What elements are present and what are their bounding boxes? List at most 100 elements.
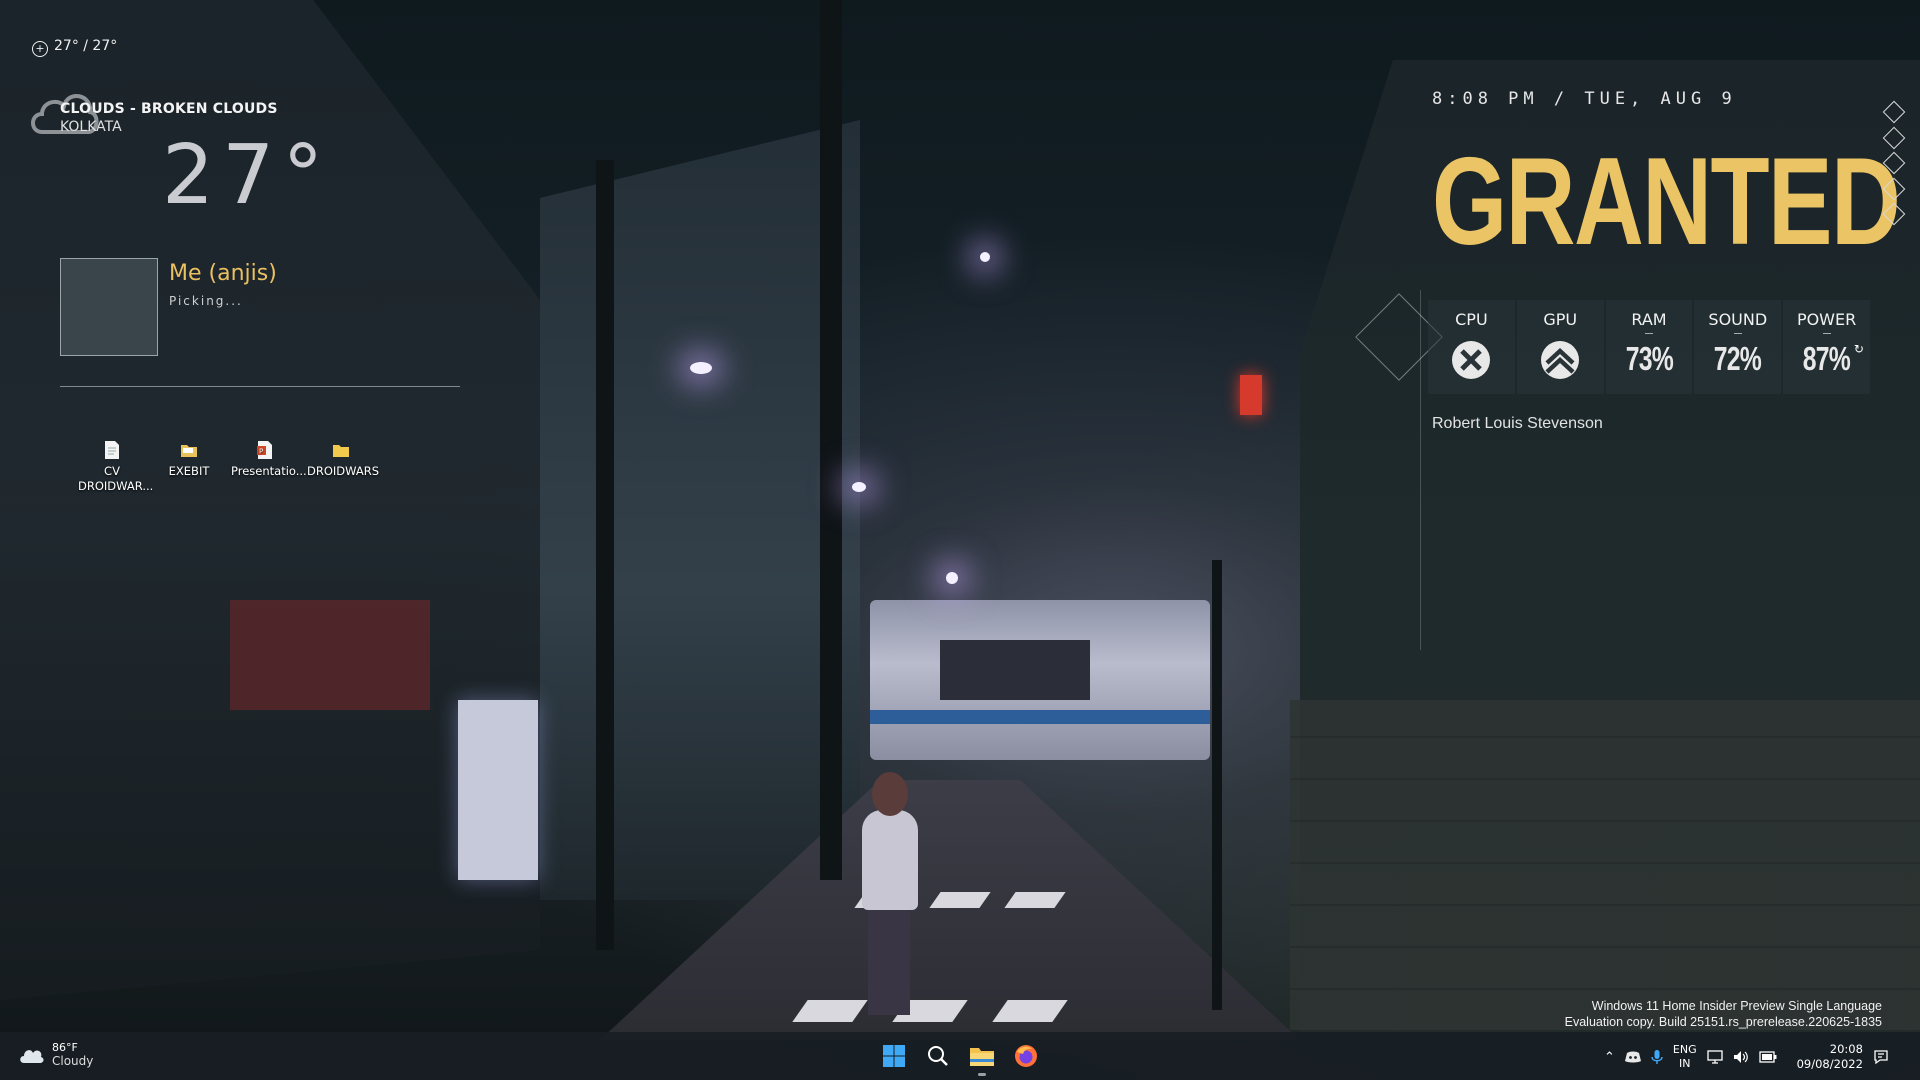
svg-text:P: P [259, 448, 263, 456]
wallpaper-street-lamp [852, 482, 866, 492]
battery-icon[interactable] [1758, 1051, 1777, 1063]
wallpaper-window-light [980, 252, 990, 262]
wallpaper-street-lamp [946, 572, 958, 584]
weather-city: KOLKATA [60, 119, 122, 135]
track-title: Me (anjis) [169, 261, 277, 286]
start-button[interactable] [878, 1040, 910, 1072]
wallpaper-figure-head [872, 772, 908, 816]
cpu-x-icon [1452, 341, 1491, 379]
taskbar-weather-temp: 86°F [52, 1041, 78, 1054]
plus-circle-icon: + [32, 41, 48, 57]
taskbar-center [878, 1040, 1042, 1076]
clock-datetime: 8:08 PM / TUE, AUG 9 [1432, 89, 1737, 109]
system-stats-panel: CPU GPU RAM 73% SOUND 72% POWER 87% ↻ [1428, 300, 1872, 394]
weather-temperature: 27° [162, 128, 332, 223]
stat-value: 72% [1714, 340, 1762, 377]
stat-cpu[interactable]: CPU [1428, 300, 1515, 394]
taskbar-weather-desc: Cloudy [52, 1054, 94, 1068]
stat-dash [1644, 333, 1653, 334]
folder-icon [333, 445, 349, 457]
microphone-icon[interactable] [1651, 1049, 1663, 1065]
taskbar-time: 20:08 [1829, 1042, 1863, 1056]
album-art[interactable] [60, 258, 158, 356]
windows-logo-icon [883, 1045, 905, 1067]
taskbar: 86°F Cloudy ⌃ ENG IN 20:08 09/08/2022 [0, 1032, 1920, 1080]
chevron-up-icon[interactable]: ⌃ [1604, 1050, 1615, 1065]
headline-text: GRANTED [1432, 133, 1901, 271]
wallpaper-red-sign [1240, 375, 1262, 415]
desktop-icon-cv[interactable]: CV DROIDWAR... [78, 440, 153, 494]
document-icon [105, 441, 119, 459]
track-status: Picking... [169, 294, 243, 308]
language-bottom: IN [1679, 1057, 1691, 1070]
taskbar-date: 09/08/2022 [1796, 1057, 1863, 1071]
discord-icon[interactable] [1624, 1051, 1641, 1063]
wallpaper-train-window [940, 640, 1090, 700]
system-tray: ⌃ ENG IN 20:08 09/08/2022 [1604, 1042, 1889, 1072]
desktop-icon-droidwars[interactable]: DROIDWARS [307, 440, 379, 479]
stat-label: RAM [1631, 310, 1667, 329]
network-icon[interactable] [1706, 1050, 1723, 1064]
language-indicator[interactable]: ENG IN [1673, 1043, 1697, 1071]
charging-refresh-icon: ↻ [1853, 342, 1864, 356]
windows-watermark: Windows 11 Home Insider Preview Single L… [1565, 998, 1882, 1030]
stat-sound[interactable]: SOUND 72% [1694, 300, 1782, 394]
language-top: ENG [1672, 1043, 1697, 1056]
stat-gpu[interactable]: GPU [1516, 300, 1604, 394]
desktop-icon-label: Presentatio... [231, 464, 307, 478]
taskbar-clock[interactable]: 20:08 09/08/2022 [1797, 1042, 1863, 1072]
wallpaper-vending-machine [458, 700, 538, 880]
stat-value: 73% [1625, 340, 1673, 377]
wallpaper-building-middle [540, 120, 860, 900]
wallpaper-utility-pole [820, 0, 842, 880]
watermark-line-1: Windows 11 Home Insider Preview Single L… [1591, 999, 1882, 1013]
watermark-line-2: Evaluation copy. Build 25151.rs_prerelea… [1564, 1015, 1882, 1029]
desktop-icon-label: CV DROIDWAR... [78, 464, 154, 493]
weather-top-line: +27° / 27° [32, 38, 117, 57]
diamond-icon [1882, 100, 1906, 124]
stat-dash [1822, 333, 1831, 334]
wallpaper-figure-legs [868, 905, 910, 1015]
taskbar-weather[interactable]: 86°F Cloudy [18, 1041, 93, 1068]
search-icon [928, 1046, 948, 1066]
wallpaper-stone-wall [1290, 700, 1920, 1030]
wallpaper-train-stripe [870, 710, 1210, 724]
desktop-icon-label: EXEBIT [168, 464, 210, 478]
diamond-icon [1882, 151, 1906, 175]
firefox-icon [1015, 1045, 1037, 1067]
active-indicator [978, 1073, 986, 1076]
search-button[interactable] [922, 1040, 954, 1072]
stat-dash [1733, 333, 1742, 334]
wallpaper-sign-pole [1212, 560, 1222, 1010]
stat-label: CPU [1455, 310, 1488, 329]
stat-ram[interactable]: RAM 73% [1605, 300, 1693, 394]
file-explorer-button[interactable] [966, 1040, 998, 1076]
stat-label: POWER [1796, 310, 1857, 329]
wallpaper-utility-pole [596, 160, 614, 950]
desktop-icon-label: DROIDWARS [307, 464, 380, 478]
stat-label: GPU [1543, 310, 1578, 329]
wallpaper-shop-glow [230, 600, 430, 710]
weather-top-text: 27° / 27° [54, 38, 118, 54]
firefox-button[interactable] [1010, 1040, 1042, 1072]
folder-icon [181, 445, 197, 457]
wallpaper-figure-body [862, 810, 918, 910]
stat-label: SOUND [1708, 310, 1768, 329]
diamond-icon [1882, 126, 1906, 149]
music-progress-line [60, 386, 460, 387]
diamond-icon [1882, 177, 1906, 200]
desktop-icon-exebit[interactable]: EXEBIT [155, 440, 223, 479]
diamond-icon [1882, 202, 1906, 226]
gpu-chevron-icon [1541, 341, 1580, 379]
wallpaper-street-lamp [690, 362, 712, 374]
folder-icon [970, 1048, 994, 1066]
stat-power[interactable]: POWER 87% ↻ [1783, 300, 1870, 394]
quote-author: Robert Louis Stevenson [1432, 415, 1603, 432]
volume-icon[interactable] [1733, 1050, 1749, 1064]
powerpoint-icon: P [257, 441, 272, 459]
cloud-icon [20, 1049, 44, 1063]
desktop-icon-presentation[interactable]: P Presentatio... [231, 440, 307, 479]
stat-value: 87% [1802, 340, 1851, 377]
diamond-indicators [1882, 100, 1906, 232]
notification-icon[interactable] [1873, 1049, 1889, 1065]
